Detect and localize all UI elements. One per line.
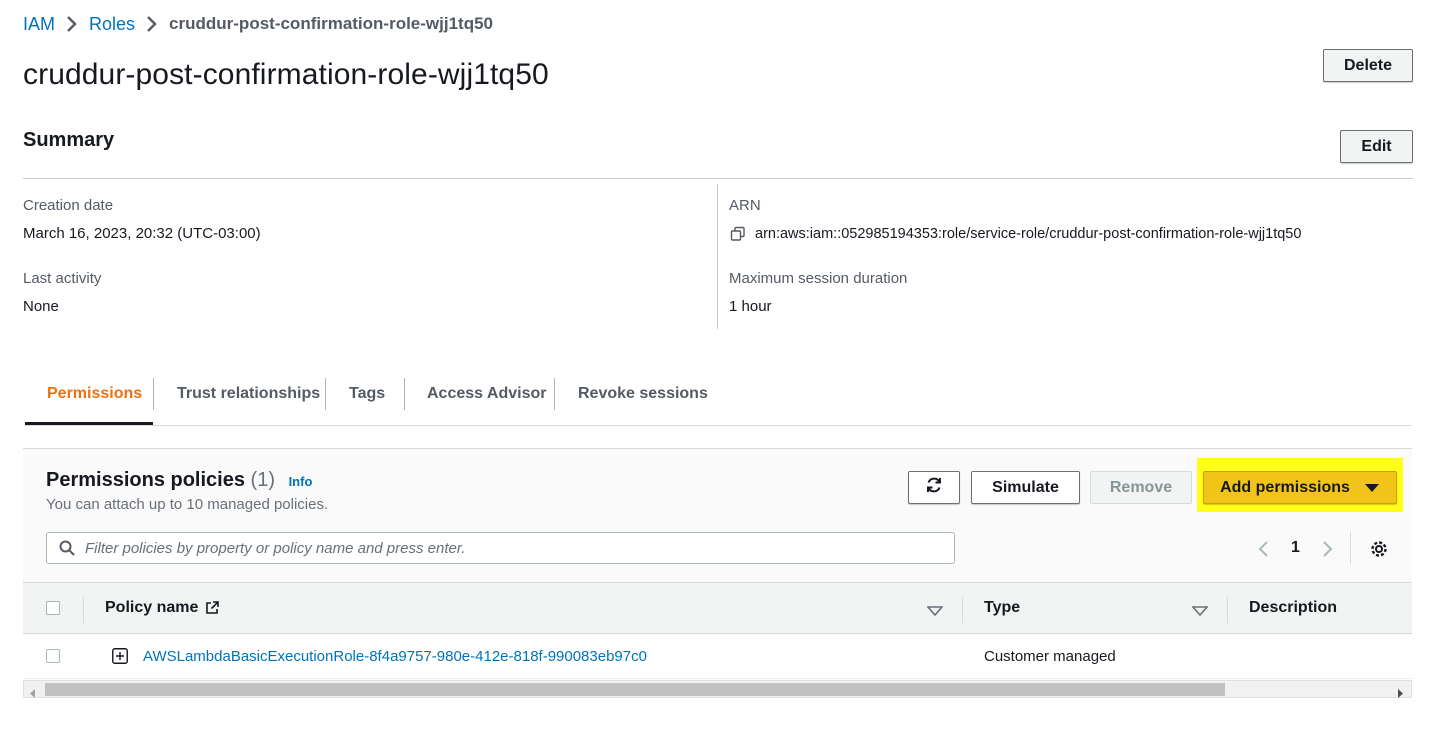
max-session-value: 1 hour <box>729 298 772 315</box>
creation-date-label: Creation date <box>23 197 114 214</box>
last-activity-label: Last activity <box>23 270 102 287</box>
refresh-icon <box>925 476 943 499</box>
select-all-checkbox[interactable] <box>46 601 60 615</box>
search-placeholder: Filter policies by property or policy na… <box>85 539 466 557</box>
last-activity-value: None <box>23 298 59 315</box>
creation-date-value: March 16, 2023, 20:32 (UTC-03:00) <box>23 225 261 242</box>
arn-value: arn:aws:iam::052985194353:role/service-r… <box>755 226 1302 242</box>
panel-description: You can attach up to 10 managed policies… <box>46 496 329 513</box>
chevron-left-icon[interactable] <box>1257 540 1269 563</box>
info-link[interactable]: Info <box>289 474 313 489</box>
panel-title-text: Permissions policies <box>46 469 245 491</box>
arn-label: ARN <box>729 197 761 214</box>
policy-name-header-label: Policy name <box>105 599 199 616</box>
tab-separator <box>554 378 555 410</box>
policy-count: (1) <box>250 469 275 491</box>
tab-bar: Permissions Trust relationships Tags Acc… <box>25 378 1412 426</box>
permissions-policies-panel: Permissions policies (1) Info You can at… <box>23 448 1412 744</box>
tab-tags[interactable]: Tags <box>349 378 385 410</box>
breadcrumb-current: cruddur-post-confirmation-role-wjj1tq50 <box>169 14 494 33</box>
remove-button[interactable]: Remove <box>1090 471 1192 504</box>
search-icon <box>59 540 75 556</box>
breadcrumb-iam-link[interactable]: IAM <box>23 14 55 35</box>
max-session-label: Maximum session duration <box>729 270 908 287</box>
breadcrumb-roles-link[interactable]: Roles <box>89 14 135 35</box>
column-separator <box>83 597 84 623</box>
panel-header: Permissions policies (1) Info You can at… <box>23 449 1412 582</box>
chevron-right-icon[interactable] <box>1322 540 1334 563</box>
scrollbar-thumb[interactable] <box>45 683 1225 696</box>
sort-down-icon[interactable] <box>926 603 944 621</box>
summary-title: Summary <box>23 129 115 151</box>
tab-revoke-sessions[interactable]: Revoke sessions <box>578 378 708 410</box>
add-permissions-button[interactable]: Add permissions <box>1203 471 1397 504</box>
column-separator <box>1227 597 1228 623</box>
chevron-right-icon <box>61 15 83 33</box>
add-permissions-label: Add permissions <box>1220 478 1350 496</box>
delete-button[interactable]: Delete <box>1323 49 1413 82</box>
policy-type: Customer managed <box>984 647 1116 665</box>
panel-title: Permissions policies (1) Info <box>46 469 312 492</box>
tab-separator <box>404 378 405 410</box>
copy-icon[interactable] <box>730 226 746 242</box>
table-row: AWSLambdaBasicExecutionRole-8f4a9757-980… <box>23 634 1412 679</box>
tab-separator <box>153 378 154 410</box>
page-title: cruddur-post-confirmation-role-wjj1tq50 <box>23 58 549 91</box>
summary-divider <box>23 178 1413 179</box>
tab-permissions[interactable]: Permissions <box>47 378 142 410</box>
column-separator <box>962 597 963 623</box>
scroll-right-arrow-icon[interactable] <box>1398 685 1404 703</box>
chevron-right-icon <box>141 15 163 33</box>
row-checkbox[interactable] <box>46 649 60 663</box>
page-number[interactable]: 1 <box>1291 539 1300 557</box>
table-header: Policy name Type Description <box>23 582 1412 634</box>
column-header-policy-name[interactable]: Policy name <box>105 583 220 633</box>
horizontal-scrollbar[interactable] <box>23 680 1412 698</box>
simulate-button[interactable]: Simulate <box>971 471 1080 504</box>
edit-button[interactable]: Edit <box>1340 130 1413 163</box>
refresh-button[interactable] <box>908 471 960 504</box>
tab-access-advisor[interactable]: Access Advisor <box>427 378 546 410</box>
expand-plus-icon[interactable] <box>112 648 128 669</box>
external-link-icon <box>204 600 220 616</box>
sort-down-icon[interactable] <box>1191 603 1209 621</box>
pagination-divider <box>1350 532 1351 564</box>
caret-down-icon <box>1364 483 1380 493</box>
tab-trust-relationships[interactable]: Trust relationships <box>177 378 320 410</box>
column-header-description[interactable]: Description <box>1249 583 1337 633</box>
scroll-left-arrow-icon[interactable] <box>30 685 36 703</box>
summary-column-divider <box>717 184 718 329</box>
tab-separator <box>325 378 326 410</box>
policy-name-link[interactable]: AWSLambdaBasicExecutionRole-8f4a9757-980… <box>143 634 647 678</box>
search-input[interactable]: Filter policies by property or policy na… <box>46 532 955 564</box>
column-header-type[interactable]: Type <box>984 583 1020 633</box>
gear-icon[interactable] <box>1369 539 1389 564</box>
breadcrumb: IAM Roles cruddur-post-confirmation-role… <box>23 12 493 36</box>
tab-bar-divider <box>25 425 1412 426</box>
